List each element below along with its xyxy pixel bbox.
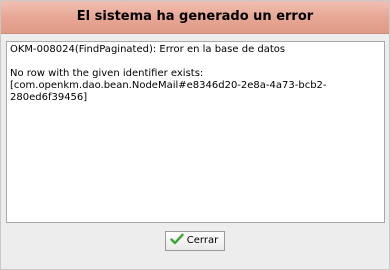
error-detail-line: No row with the given identifier exists: [10, 68, 204, 79]
dialog-title: El sistema ha generado un error [76, 9, 314, 24]
error-message-area[interactable]: OKM-008024(FindPaginated): Error en la b… [6, 41, 385, 223]
error-identifier-line: [com.openkm.dao.bean.NodeMail#e8346d20-2… [10, 80, 327, 91]
checkmark-icon [170, 233, 184, 244]
error-identifier-line-end: 280ed6f39456] [10, 92, 88, 103]
error-code-line: OKM-008024(FindPaginated): Error en la b… [10, 44, 286, 55]
close-button-label: Cerrar [186, 234, 219, 246]
message-spacer [10, 56, 381, 68]
dialog-title-bar[interactable]: El sistema ha generado un error [1, 1, 389, 34]
close-button[interactable]: Cerrar [164, 230, 226, 251]
error-dialog: El sistema ha generado un error OKM-0080… [0, 0, 390, 270]
dialog-button-row: Cerrar [1, 230, 389, 251]
